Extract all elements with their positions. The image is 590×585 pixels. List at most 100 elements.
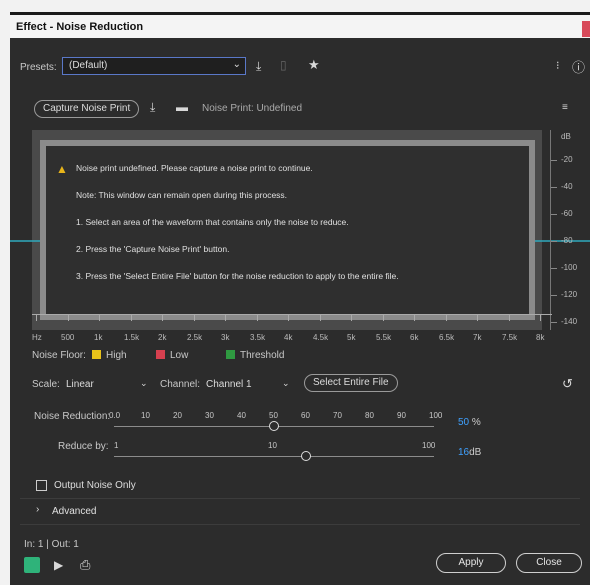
reduce-by-value[interactable]: 16dB (458, 447, 481, 458)
advanced-toggle[interactable]: Advanced (52, 506, 96, 517)
reduce-by-tick-max: 100 (422, 441, 436, 450)
freq-tick (351, 315, 352, 321)
freq-tick (225, 315, 226, 321)
db-tick (551, 187, 557, 188)
db-label: -60 (561, 209, 573, 218)
warning-step-3: 3. Press the 'Select Entire File' button… (76, 271, 399, 281)
noise-reduction-label: Noise Reduction: (34, 411, 111, 422)
save-preset-icon[interactable]: ⤓ (256, 59, 261, 74)
freq-tick (162, 315, 163, 321)
legend-swatch-high (92, 350, 101, 359)
channel-label: Channel: (160, 379, 201, 390)
list-icon[interactable]: ≡ (562, 102, 568, 113)
db-label: -20 (561, 155, 573, 164)
freq-label: 4.5k (313, 333, 329, 342)
noise-reduction-number[interactable]: 50 (458, 417, 469, 428)
save-noise-print-icon[interactable]: ▬ (176, 100, 188, 114)
noise-floor-label: Noise Floor: (32, 350, 86, 361)
freq-label: 500 (61, 333, 75, 342)
freq-label: 1.5k (124, 333, 140, 342)
freq-tick (257, 315, 258, 321)
db-label: -40 (561, 182, 573, 191)
noise-reduction-value[interactable]: 50 % (458, 417, 481, 428)
noise-reduction-tick-label: 30 (205, 411, 214, 420)
warning-icon: ▲ (56, 162, 68, 176)
freq-tick (540, 315, 541, 321)
title-bar: Effect - Noise Reduction (10, 12, 590, 38)
select-entire-file-button[interactable]: Select Entire File (304, 374, 398, 392)
noise-reduction-tick-label: 0.0 (109, 411, 121, 420)
freq-label: 3.5k (250, 333, 266, 342)
freq-tick (446, 315, 447, 321)
freq-label: 2k (158, 333, 167, 342)
db-tick (551, 241, 557, 242)
reduce-by-tick-mid: 10 (268, 441, 277, 450)
legend-swatch-low (156, 350, 165, 359)
noise-reduction-tick-label: 50 (269, 411, 278, 420)
freq-label: 7k (473, 333, 482, 342)
db-label: -80 (561, 236, 573, 245)
menu-icon[interactable]: ⁝ (556, 59, 560, 72)
freq-label: 5.5k (376, 333, 392, 342)
scale-dropdown[interactable]: Linear (66, 379, 94, 390)
reduce-by-number[interactable]: 16 (458, 447, 469, 458)
load-noise-print-icon[interactable]: ⤓ (150, 100, 155, 115)
chevron-down-icon[interactable]: ⌄ (140, 378, 148, 389)
noise-reduction-slider-knob[interactable] (269, 421, 279, 431)
legend-label-threshold: Threshold (240, 350, 285, 361)
noise-print-status: Noise Print: Undefined (202, 103, 303, 114)
capture-noise-print-button[interactable]: Capture Noise Print (34, 100, 140, 118)
freq-label: 6.5k (439, 333, 455, 342)
noise-reduction-tick-label: 40 (237, 411, 246, 420)
delete-preset-icon[interactable]: ▯ (280, 58, 287, 72)
warning-line: Noise print undefined. Please capture a … (76, 163, 313, 173)
export-icon[interactable]: ⎙ (80, 557, 90, 573)
freq-tick (477, 315, 478, 321)
db-tick (551, 268, 557, 269)
warning-step-2: 2. Press the 'Capture Noise Print' butto… (76, 244, 230, 254)
warning-note: Note: This window can remain open during… (76, 190, 288, 200)
freq-tick (320, 315, 321, 321)
db-label: -120 (561, 290, 578, 299)
io-label: In: 1 | Out: 1 (24, 539, 79, 550)
warning-overlay: ▲ Noise print undefined. Please capture … (40, 140, 535, 320)
reduce-by-slider-knob[interactable] (301, 451, 311, 461)
noise-reduction-tick-label: 90 (397, 411, 406, 420)
freq-tick (99, 315, 100, 321)
presets-label: Presets: (20, 62, 57, 73)
apply-button[interactable]: Apply (436, 553, 506, 573)
close-button[interactable]: Close (516, 553, 582, 573)
noise-reduction-tick-label: 70 (333, 411, 342, 420)
freq-label: 8k (536, 333, 545, 342)
output-noise-only-checkbox[interactable] (36, 480, 47, 491)
freq-label: 4k (284, 333, 293, 342)
window-title: Effect - Noise Reduction (16, 21, 144, 33)
divider (20, 524, 580, 525)
chevron-down-icon: ⌄ (232, 59, 241, 70)
freq-label: 1k (94, 333, 103, 342)
legend-swatch-threshold (226, 350, 235, 359)
star-icon[interactable]: ★ (308, 57, 320, 73)
presets-dropdown[interactable]: (Default) ⌄ (62, 57, 246, 75)
chevron-right-icon[interactable]: › (36, 504, 39, 515)
freq-label: 2.5k (187, 333, 203, 342)
db-label: -140 (561, 317, 578, 326)
chevron-down-icon[interactable]: ⌄ (282, 378, 290, 389)
freq-tick (509, 315, 510, 321)
db-label: -100 (561, 263, 578, 272)
freq-label: 3k (221, 333, 230, 342)
freq-tick (383, 315, 384, 321)
power-toggle-icon[interactable] (24, 557, 40, 573)
reduce-by-slider-track[interactable] (114, 456, 434, 457)
play-icon[interactable]: ▶ (54, 558, 63, 572)
info-icon[interactable]: ⓘ (572, 57, 585, 76)
freq-label: 6k (410, 333, 419, 342)
reduce-by-unit: dB (469, 447, 482, 458)
reduce-by-label: Reduce by: (58, 441, 109, 452)
frequency-ruler: Hz 500 1k 1.5k 2k 2.5k 3k 3.5k 4k 4.5k 5… (32, 314, 552, 342)
close-window-icon[interactable] (582, 21, 590, 37)
channel-dropdown[interactable]: Channel 1 (206, 379, 252, 390)
freq-tick (68, 315, 69, 321)
reset-icon[interactable]: ↺ (562, 376, 573, 392)
noise-reduction-tick-label: 60 (301, 411, 310, 420)
